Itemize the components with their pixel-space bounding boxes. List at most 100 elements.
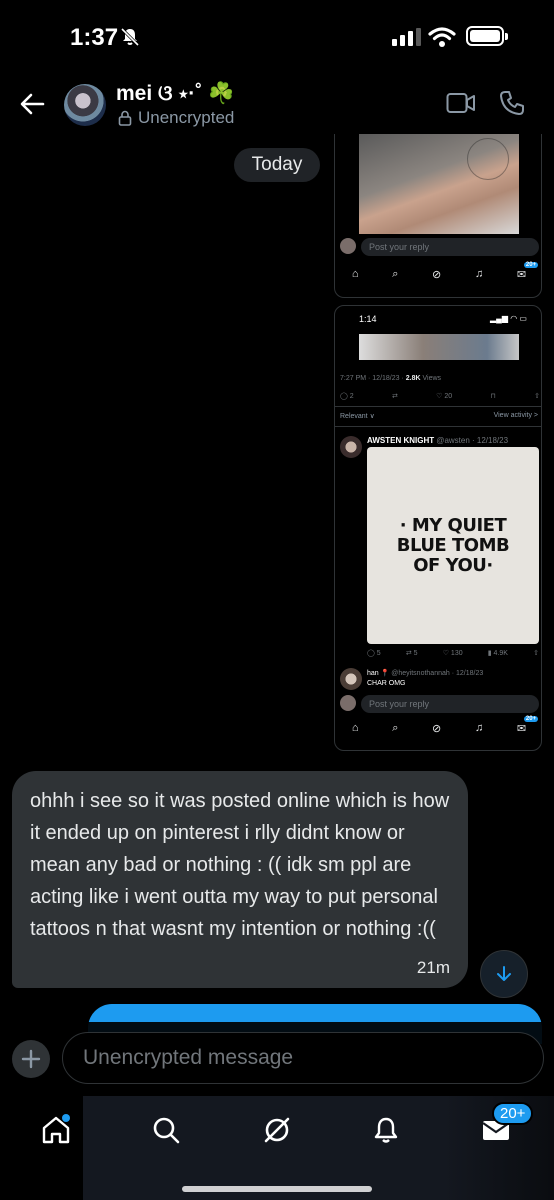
message-time: 21m	[416, 958, 450, 977]
signal-icon	[392, 28, 421, 46]
home-icon: ⌂	[351, 722, 359, 734]
compose-bar	[0, 1022, 554, 1096]
tweet-author-name: AWSTEN KNIGHT	[367, 436, 435, 445]
nav-home[interactable]	[36, 1110, 76, 1150]
reply-author-handle: @heyitsnothannah · 12/18/23	[389, 670, 484, 677]
mini-reply-field: Post your reply	[361, 238, 539, 256]
grok-icon: ⊘	[432, 268, 442, 281]
plus-icon	[21, 1049, 41, 1069]
nav-search[interactable]	[146, 1110, 186, 1150]
view-activity-label: View activity >	[493, 412, 538, 419]
bottom-nav: 20+	[0, 1096, 554, 1200]
mini-bottom-nav: ⌂ ⌕ ⊘ ♫ ✉ 20+	[335, 261, 541, 284]
tweet-author-handle: @awsten · 12/18/23	[434, 436, 509, 445]
conversation-header: mei ଓ ⋆·˚ ☘️ Unencrypted	[0, 74, 554, 134]
tweet-actions: ◯ 2 ⇄ ♡ 20 ⊓ ⇧	[340, 392, 540, 400]
nav-notifications[interactable]	[366, 1110, 406, 1150]
home-indicator	[182, 1186, 372, 1192]
search-icon	[153, 1117, 180, 1144]
tattoo-line-2: BLUE TOMB	[396, 534, 510, 556]
wifi-icon	[428, 27, 456, 47]
bell-icon: ♫	[474, 268, 484, 280]
mini-status-time: 1:14	[359, 314, 377, 324]
contact-avatar[interactable]	[64, 84, 106, 126]
search-icon: ⌕	[392, 721, 399, 734]
tweet-meta-prefix: 7:27 PM · 12/18/23 ·	[340, 375, 406, 382]
tweet-view-count-value: 4.9K	[493, 650, 508, 657]
received-message[interactable]: ohhh i see so it was posted online which…	[12, 771, 468, 988]
tweet-counts: ◯ 5 ⇄ 5 ♡ 130 ▮ 4.9K ⇧	[367, 649, 539, 657]
divider	[335, 406, 541, 407]
tattoo-image: · MY QUIET BLUE TOMB OF YOU·	[367, 447, 539, 644]
message-input[interactable]	[62, 1032, 544, 1084]
mail-badge: 20+	[523, 715, 539, 722]
bell-off-icon	[120, 27, 140, 47]
reply-author-name: han 📍	[367, 670, 390, 677]
contact-name[interactable]: mei ଓ ⋆·˚ ☘️	[116, 82, 234, 106]
nav-grok[interactable]	[257, 1110, 297, 1150]
share-icon: ⇧	[533, 650, 539, 657]
tweet-author-avatar	[340, 436, 362, 458]
back-arrow-icon[interactable]	[18, 90, 46, 118]
mini-reply-field: Post your reply	[361, 695, 539, 713]
like-action: ♡ 20	[436, 393, 453, 400]
tweet-meta: 7:27 PM · 12/18/23 · 2.8K Views	[340, 375, 441, 382]
mini-bottom-nav: ⌂ ⌕ ⊘ ♫ ✉ 20+	[335, 715, 541, 738]
like-count: 20	[444, 393, 453, 400]
reply-author: han 📍 @heyitsnothannah · 12/18/23	[367, 669, 483, 677]
image-attachment-2[interactable]: 1:14 ▂▄▆ ◠ ▭ 7:27 PM · 12/18/23 · 2.8K V…	[334, 305, 542, 751]
cropped-photo	[359, 334, 519, 360]
tweet-reply-count-value: 5	[376, 650, 381, 657]
bell-icon: ♫	[474, 722, 484, 734]
battery-icon	[466, 26, 508, 46]
tweet-view-count: ▮ 4.9K	[487, 650, 508, 657]
video-call-icon[interactable]	[446, 91, 476, 115]
date-divider: Today	[234, 148, 320, 182]
tweet-like-count: ♡ 130	[442, 650, 463, 657]
share-icon: ⇧	[534, 393, 540, 400]
reply-avatar	[340, 668, 362, 690]
reply-action: ◯ 2	[340, 393, 354, 400]
divider	[335, 426, 541, 427]
relevant-label: Relevant ∨	[340, 413, 375, 420]
mail-icon: ✉ 20+	[516, 715, 539, 735]
bookmark-icon: ⊓	[490, 393, 496, 400]
mail-badge: 20+	[523, 261, 539, 268]
add-attachment-button[interactable]	[12, 1040, 50, 1078]
tweet-retweet-count: ⇄ 5	[405, 650, 418, 657]
tattoo-line-3: OF YOU·	[413, 554, 493, 576]
status-time: 1:37	[70, 24, 119, 51]
nav-messages[interactable]: 20+	[476, 1102, 534, 1150]
reply-text: CHAR OMG	[367, 680, 406, 687]
grok-icon	[264, 1117, 290, 1143]
reply-count: 2	[349, 393, 354, 400]
message-text: ohhh i see so it was posted online which…	[30, 790, 450, 940]
messages-badge: 20+	[492, 1102, 534, 1125]
relevant-row: Relevant ∨ View activity >	[340, 412, 538, 420]
tweet-retweet-count-value: 5	[413, 650, 418, 657]
encryption-status: Unencrypted	[118, 108, 234, 128]
home-notification-dot	[62, 1114, 70, 1122]
tweet-author: AWSTEN KNIGHT @awsten · 12/18/23	[367, 436, 508, 445]
bell-icon	[374, 1117, 398, 1143]
tattoo-line-1: · MY QUIET	[399, 514, 507, 536]
tweet-like-count-value: 130	[450, 650, 463, 657]
mini-avatar	[340, 695, 356, 711]
image-attachment-1[interactable]: Post your reply ⌂ ⌕ ⊘ ♫ ✉ 20+	[334, 134, 542, 298]
lock-icon	[118, 110, 132, 126]
views-label: Views	[420, 375, 442, 382]
home-icon: ⌂	[351, 268, 359, 280]
encryption-label: Unencrypted	[138, 108, 235, 127]
grok-icon: ⊘	[432, 722, 442, 735]
mail-icon: ✉ 20+	[516, 261, 539, 281]
phone-call-icon[interactable]	[498, 89, 526, 117]
scroll-to-bottom-button[interactable]	[480, 950, 528, 998]
views-count: 2.8K	[405, 375, 421, 382]
tweet-reply-count: ◯ 5	[367, 650, 381, 657]
hand-photo	[359, 134, 519, 234]
status-bar: 1:37	[0, 0, 554, 74]
arrow-down-icon	[497, 966, 511, 981]
search-icon: ⌕	[392, 267, 399, 280]
mini-status-icons: ▂▄▆ ◠ ▭	[490, 314, 527, 323]
retweet-icon: ⇄	[391, 393, 398, 400]
